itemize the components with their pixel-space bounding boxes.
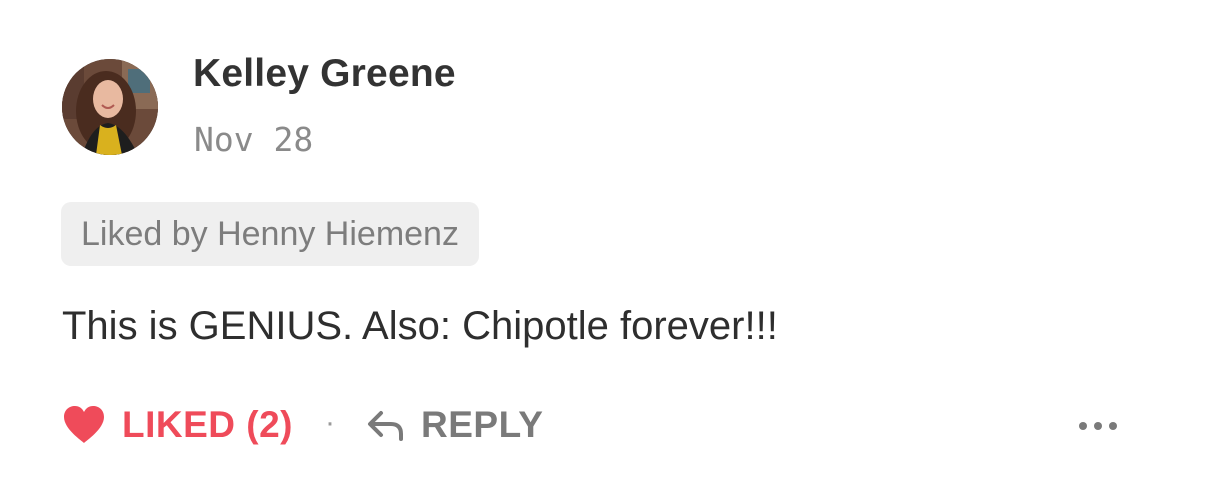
author-name[interactable]: Kelley Greene [193,52,456,96]
action-separator: · [325,406,335,439]
comment-actions: LIKED (2) · REPLY [62,398,1142,452]
more-dots-icon [1079,422,1117,430]
avatar-image [62,59,158,155]
like-button[interactable]: LIKED (2) [62,398,293,452]
reply-label: REPLY [421,404,544,445]
comment-card: Kelley Greene Nov 28 Liked by Henny Hiem… [0,0,1206,490]
reply-button[interactable]: REPLY [365,398,543,452]
reply-arrow-icon [368,411,403,441]
avatar[interactable] [62,59,158,155]
liked-by-badge[interactable]: Liked by Henny Hiemenz [61,202,479,266]
comment-date: Nov 28 [194,120,314,159]
comment-text: This is GENIUS. Also: Chipotle forever!!… [62,304,778,348]
heart-icon [64,406,104,443]
more-options-button[interactable] [1074,406,1122,446]
like-label: LIKED (2) [122,404,293,445]
